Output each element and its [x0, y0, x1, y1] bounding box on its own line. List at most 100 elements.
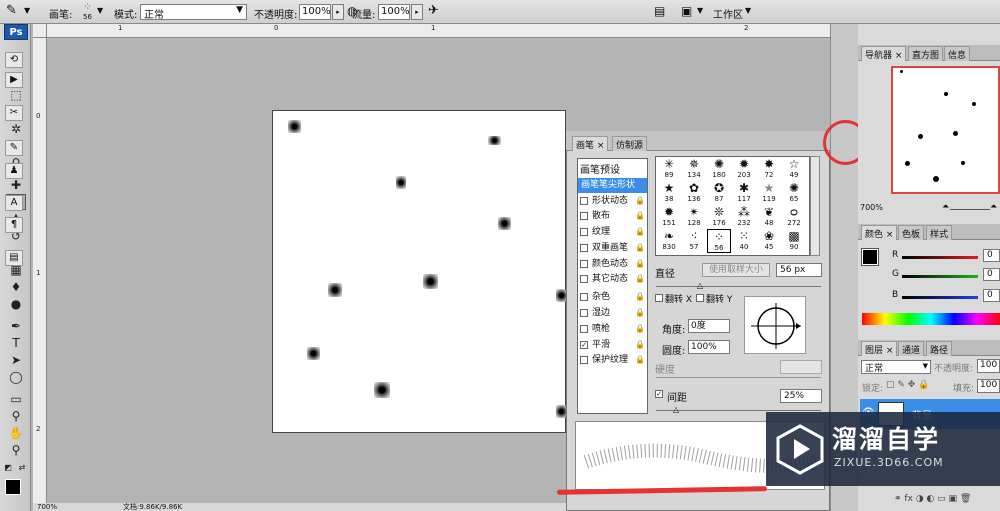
red-value[interactable]: 0: [983, 249, 1000, 262]
lock-icon[interactable]: 🔒: [635, 353, 645, 367]
brush-picker-arrow-icon[interactable]: ▼: [97, 6, 103, 15]
lock-icon[interactable]: 🔒: [635, 322, 645, 336]
close-icon[interactable]: ×: [886, 346, 894, 356]
mode-select[interactable]: 正常 ▼: [140, 4, 247, 21]
tab-paths[interactable]: 路径: [926, 341, 953, 356]
lock-icon[interactable]: 🔒: [635, 338, 645, 352]
brush-tip[interactable]: ✱ 117: [732, 181, 756, 205]
zoom-tool-icon[interactable]: ⚲: [6, 442, 26, 458]
lock-icon[interactable]: 🔒: [635, 225, 645, 239]
clone-source-icon[interactable]: ♟: [5, 163, 23, 179]
magic-wand-icon[interactable]: ✲: [6, 121, 26, 137]
blur-tool-icon[interactable]: ♦: [6, 279, 26, 295]
tab-info[interactable]: 信息: [944, 46, 971, 61]
foreground-color-swatch[interactable]: [5, 479, 21, 495]
option-shape-dynamics[interactable]: 形状动态 🔒: [577, 194, 647, 209]
tool-presets-icon[interactable]: ✂: [5, 105, 23, 121]
workspace-menu[interactable]: 工作区: [713, 6, 743, 21]
flow-slider-button[interactable]: ▸: [411, 4, 423, 20]
close-icon[interactable]: ×: [886, 230, 894, 240]
navigator-zoom[interactable]: 700%: [860, 203, 883, 212]
angle-input[interactable]: 0度: [688, 319, 730, 333]
checkbox[interactable]: [580, 244, 588, 252]
blend-mode-select[interactable]: 正常 ▼: [861, 360, 931, 374]
document-canvas[interactable]: [272, 110, 567, 433]
roundness-input[interactable]: 100%: [688, 340, 730, 354]
healing-brush-icon[interactable]: ✚: [6, 177, 26, 193]
checkbox[interactable]: [580, 309, 588, 317]
brush-tip[interactable]: ✳ 89: [657, 157, 681, 181]
brush-tip[interactable]: ✹ 203: [732, 157, 756, 181]
zoom-slider[interactable]: [950, 209, 990, 210]
close-icon[interactable]: ×: [597, 141, 605, 151]
fill-input[interactable]: 100: [977, 379, 1000, 393]
brush-tip[interactable]: ✺ 65: [782, 181, 806, 205]
brush-tip[interactable]: ✺ 180: [707, 157, 731, 181]
type-tool-icon[interactable]: T: [6, 335, 26, 351]
fg-color-swatch[interactable]: [861, 248, 879, 266]
brush-tip[interactable]: ⁙ 40: [732, 229, 756, 253]
lock-icon[interactable]: 🔒: [635, 306, 645, 320]
spacing-slider[interactable]: [656, 410, 821, 411]
diameter-slider[interactable]: [656, 286, 821, 287]
flow-input[interactable]: 100%: [378, 4, 410, 20]
bridge-icon[interactable]: ▤: [654, 4, 665, 18]
tab-channels[interactable]: 通道: [898, 341, 925, 356]
checkbox[interactable]: [580, 325, 588, 333]
option-wet-edges[interactable]: 湿边 🔒: [577, 306, 647, 321]
option-color-dynamics[interactable]: 颜色动态 🔒: [577, 257, 647, 272]
checkbox[interactable]: [580, 275, 588, 283]
tab-color[interactable]: 颜色 ×: [861, 225, 898, 240]
checkbox[interactable]: [580, 212, 588, 220]
brush-tip[interactable]: ✹ 151: [657, 205, 681, 229]
brush-tip[interactable]: ᴑ 272: [782, 205, 806, 229]
paragraph-panel-icon[interactable]: ¶: [5, 217, 23, 233]
option-other-dynamics[interactable]: 其它动态 🔒: [577, 272, 647, 287]
navigator-thumbnail[interactable]: [891, 66, 1000, 194]
red-slider[interactable]: [902, 256, 978, 259]
zoom-in-icon[interactable]: ⏶: [990, 202, 997, 212]
lock-icon[interactable]: 🔒: [635, 290, 645, 304]
brush-tip[interactable]: ▩ 90: [782, 229, 806, 253]
option-protect-texture[interactable]: 保护纹理 🔒: [577, 353, 647, 368]
option-brush-tip-shape[interactable]: 画笔笔尖形状: [577, 178, 647, 193]
spacing-input[interactable]: 25%: [780, 389, 822, 403]
option-airbrush[interactable]: 喷枪 🔒: [577, 322, 647, 337]
tab-histogram[interactable]: 直方图: [908, 46, 944, 61]
airbrush-icon[interactable]: ✈: [428, 3, 439, 18]
lock-icon[interactable]: 🔒: [635, 241, 645, 255]
checkbox[interactable]: [580, 197, 588, 205]
angle-roundness-widget[interactable]: [744, 296, 806, 354]
tab-brush[interactable]: 画笔 ×: [572, 136, 609, 151]
tab-styles[interactable]: 样式: [926, 225, 953, 240]
lock-icons[interactable]: ▢ ✎ ✥ 🔒: [886, 380, 929, 390]
dropdown-arrow-icon[interactable]: ▼: [24, 6, 30, 15]
screen-mode-arrow-icon[interactable]: ▼: [697, 6, 703, 15]
workspace-arrow-icon[interactable]: ▼: [745, 6, 751, 15]
brush-tip[interactable]: ✪ 87: [707, 181, 731, 205]
tab-navigator[interactable]: 导航器 ×: [861, 46, 907, 61]
character-panel-icon[interactable]: A: [5, 195, 23, 211]
swap-colors-icon[interactable]: ⇄: [16, 460, 28, 476]
flip-y-checkbox[interactable]: [696, 294, 704, 302]
brush-tip[interactable]: ✿ 136: [682, 181, 706, 205]
lock-icon[interactable]: 🔒: [635, 257, 645, 271]
option-scattering[interactable]: 散布 🔒: [577, 209, 647, 224]
option-smoothing[interactable]: ✓ 平滑 🔒: [577, 338, 647, 353]
brush-tip[interactable]: ★ 119: [757, 181, 781, 205]
option-dual-brush[interactable]: 双重画笔 🔒: [577, 241, 647, 256]
marquee-tool-icon[interactable]: ⬚: [6, 87, 26, 103]
brush-tip[interactable]: ⁖ 57: [682, 229, 706, 253]
checkbox-checked[interactable]: ✓: [580, 341, 588, 349]
use-sample-size-button[interactable]: 使用取样大小: [702, 263, 770, 277]
shape-tool-icon[interactable]: ◯: [6, 369, 26, 385]
layer-footer-icons[interactable]: ⚭ fx ◑ ◐ ▭ ▣ 🗑: [894, 494, 971, 504]
actions-panel-icon[interactable]: ▶: [5, 72, 23, 88]
blue-slider[interactable]: [902, 296, 978, 299]
lock-icon[interactable]: 🔒: [635, 194, 645, 208]
history-panel-icon[interactable]: ⟲: [5, 52, 23, 68]
option-noise[interactable]: 杂色 🔒: [577, 290, 647, 305]
close-icon[interactable]: ×: [895, 51, 903, 61]
hand-tool-icon[interactable]: ✋: [6, 425, 26, 441]
spacing-checkbox[interactable]: ✓: [655, 390, 663, 398]
